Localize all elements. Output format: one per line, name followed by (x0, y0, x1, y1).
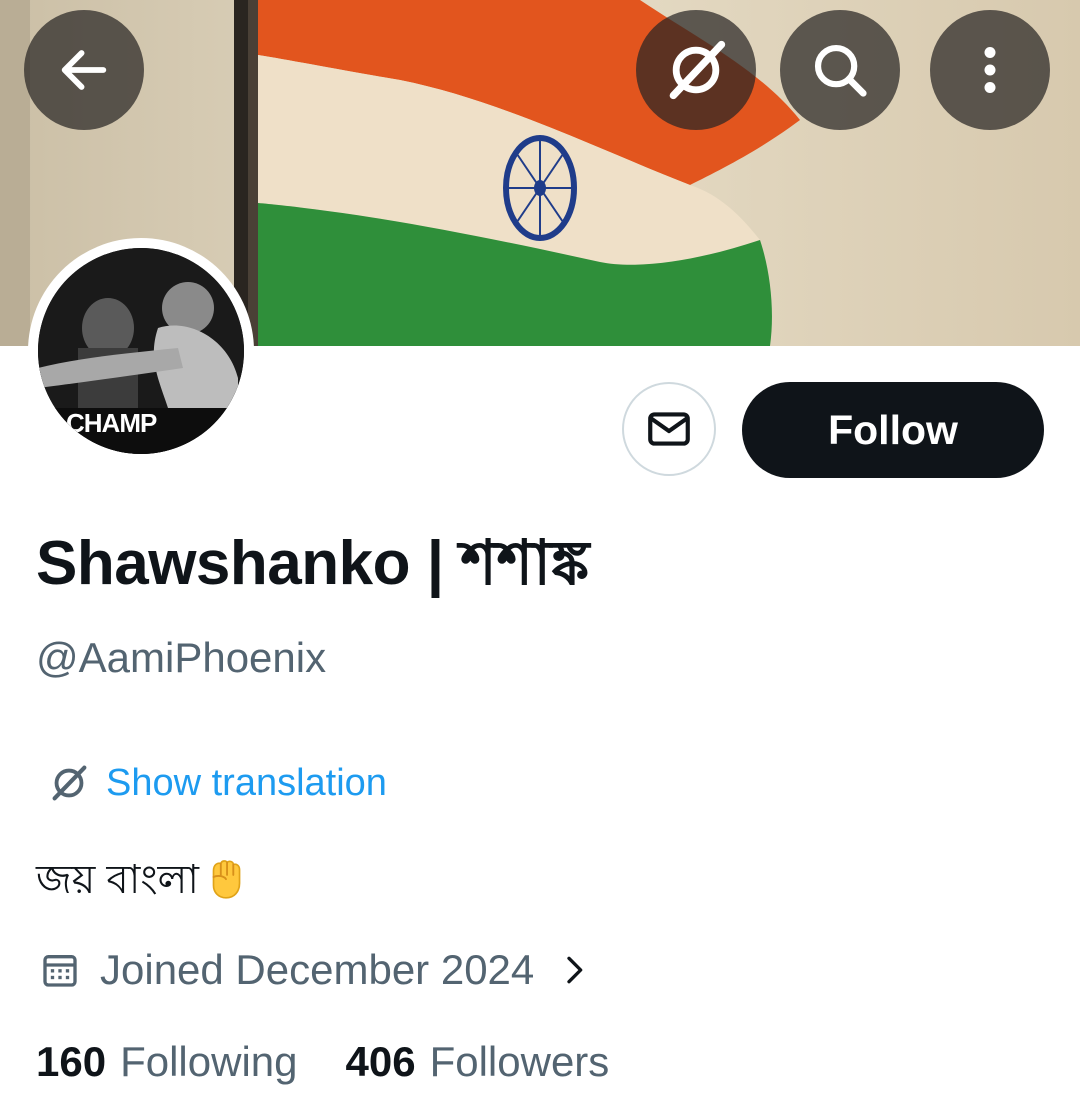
raised-fist-emoji (201, 852, 251, 912)
avatar-image: CHAMP (38, 248, 244, 454)
following-count: 160 (36, 1038, 107, 1085)
back-button[interactable] (24, 10, 144, 130)
follow-stats: 160 Following 406 Followers (36, 1038, 609, 1086)
avatar-caption: CHAMP (66, 408, 157, 438)
avatar[interactable]: CHAMP (28, 238, 254, 464)
followers-count: 406 (345, 1038, 416, 1085)
show-translation-link[interactable]: Show translation (46, 760, 387, 806)
grok-icon (669, 40, 726, 100)
calendar-icon (43, 955, 77, 987)
display-name: Shawshanko | শশাঙ্ক (36, 529, 589, 598)
search-button[interactable] (780, 10, 900, 130)
bio-text: জয় বাংলা (36, 858, 199, 902)
translate-icon (52, 765, 87, 801)
message-button[interactable] (622, 382, 716, 476)
following-label: Following (120, 1038, 298, 1085)
followers-label: Followers (429, 1038, 610, 1085)
followers-link[interactable]: 406 Followers (346, 1038, 610, 1086)
following-link[interactable]: 160 Following (36, 1038, 298, 1086)
join-date[interactable]: Joined December 2024 (40, 946, 594, 994)
bio: জয় বাংলা (36, 848, 251, 915)
more-vertical-icon (984, 47, 996, 93)
user-handle: @AamiPhoenix (36, 634, 327, 681)
more-button[interactable] (930, 10, 1050, 130)
grok-button[interactable] (636, 10, 756, 130)
join-date-label: Joined December 2024 (100, 946, 535, 993)
search-icon (814, 44, 867, 97)
envelope-icon (648, 412, 690, 446)
arrow-left-icon (61, 50, 107, 90)
follow-button[interactable]: Follow (742, 382, 1044, 478)
chevron-right-icon (567, 956, 583, 984)
show-translation-label: Show translation (106, 761, 387, 804)
